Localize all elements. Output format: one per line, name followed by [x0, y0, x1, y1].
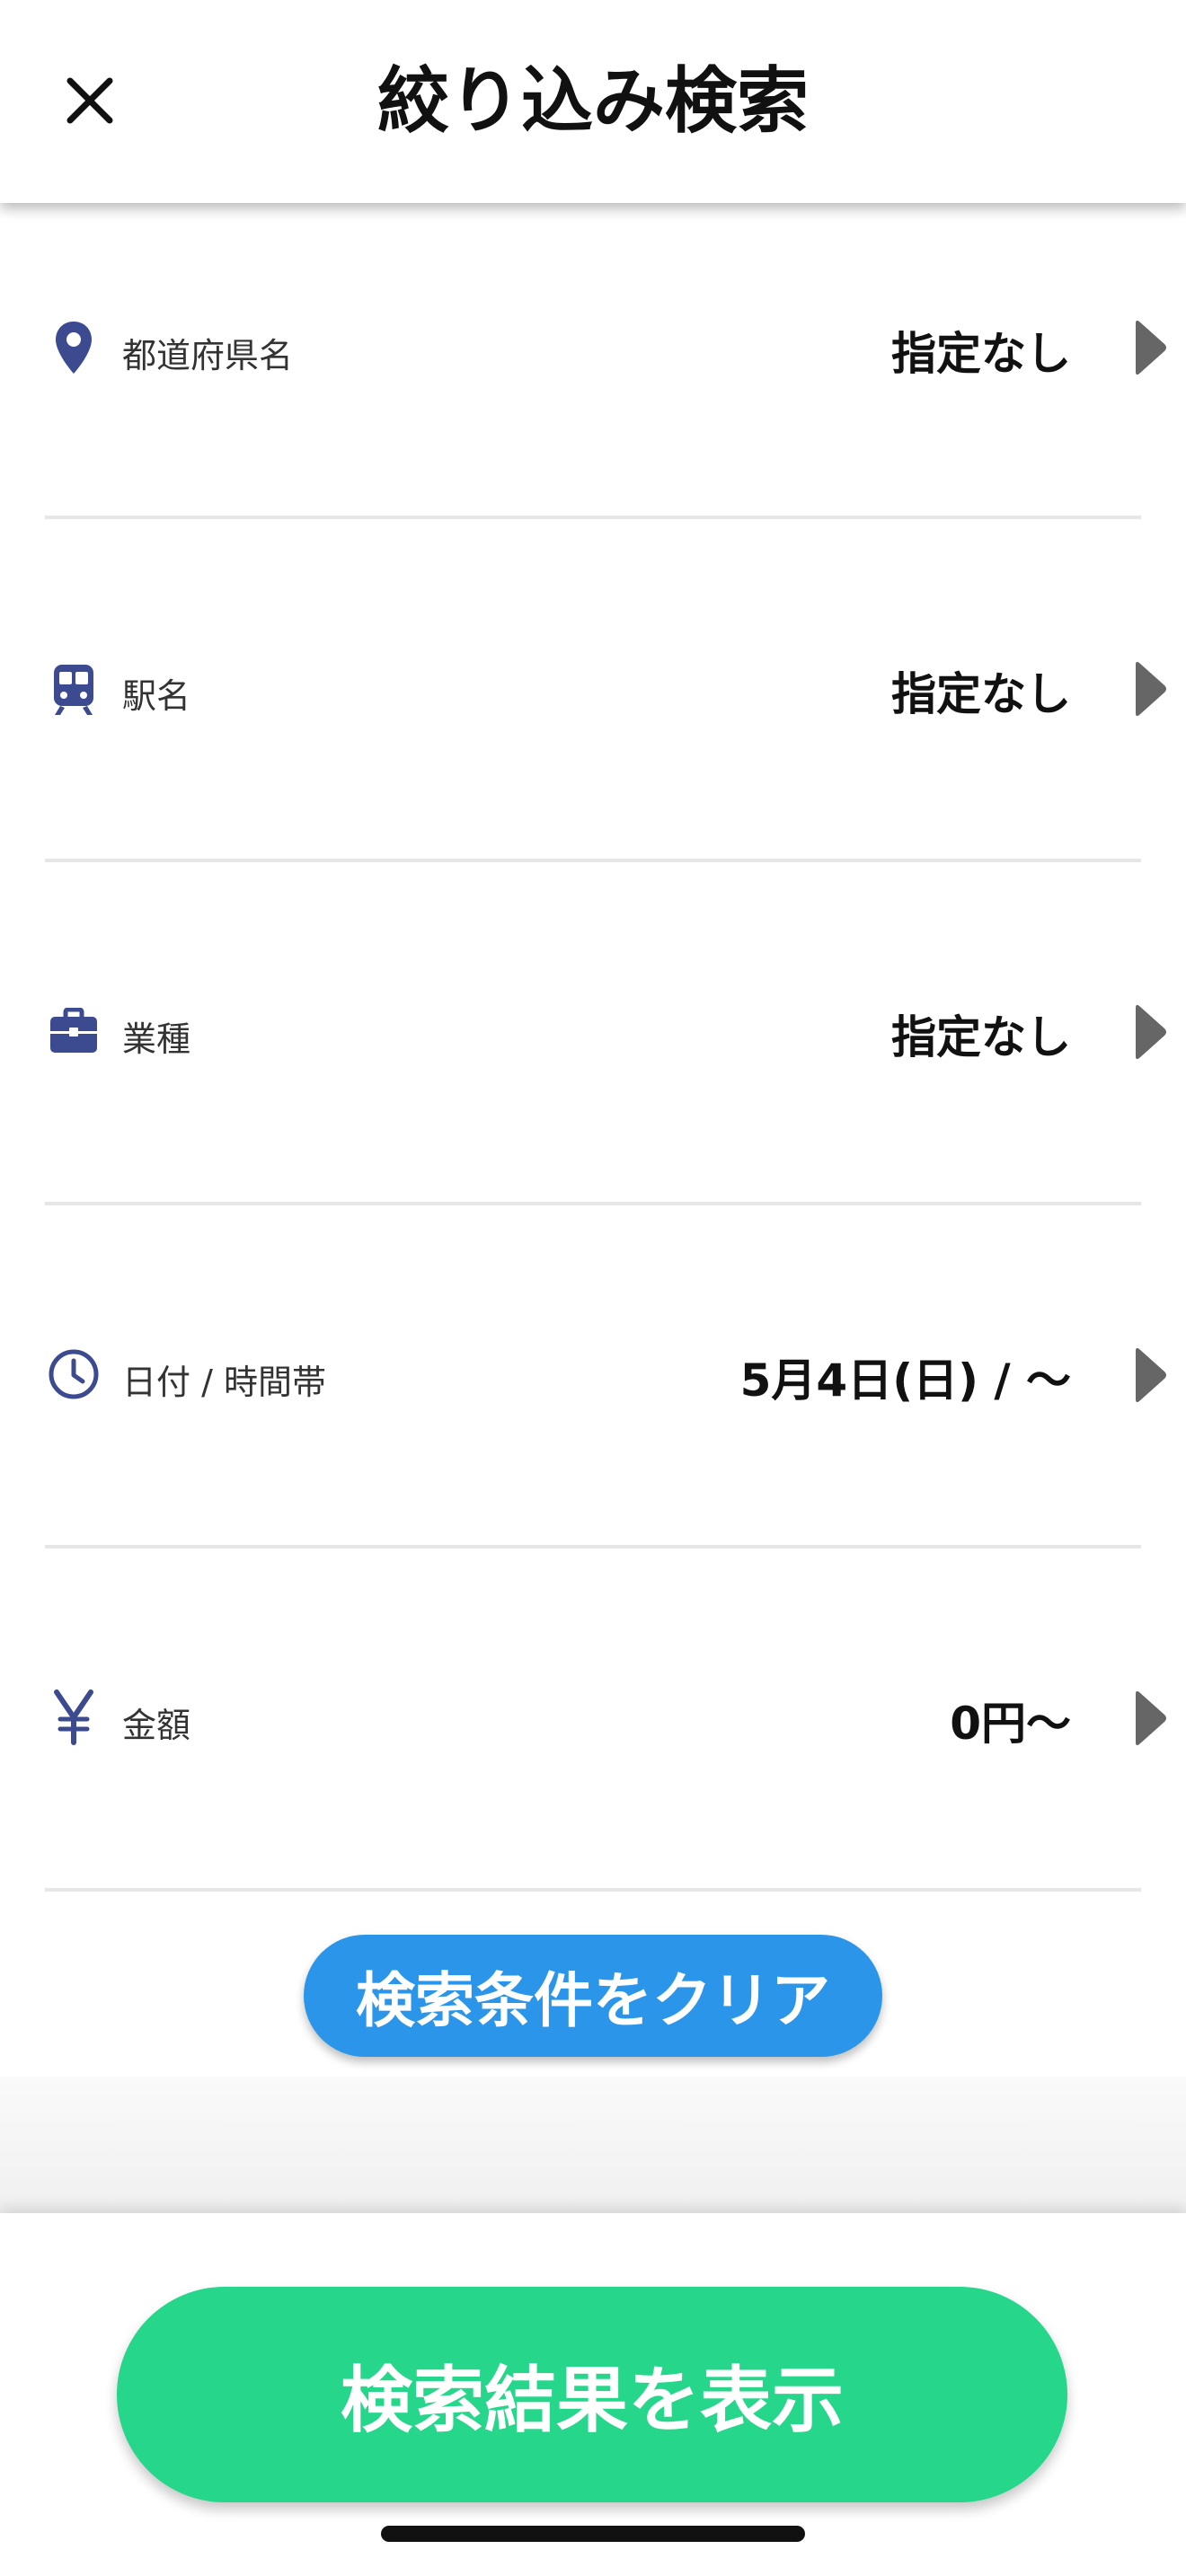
- show-results-button[interactable]: 検索結果を表示: [117, 2287, 1067, 2502]
- filter-row-amount[interactable]: 金額 0円〜: [0, 1548, 1186, 1892]
- chevron-right-icon: [1136, 1004, 1166, 1060]
- filter-row-datetime[interactable]: 日付 / 時間帯 5月4日(日) / 〜: [0, 1205, 1186, 1548]
- filter-value: 5月4日(日) / 〜: [739, 1354, 1071, 1407]
- clock-icon: [47, 1343, 101, 1406]
- filter-label: 都道府県名: [122, 336, 294, 375]
- filter-list: 都道府県名 指定なし 駅名 指定なし 業種 指定なし 日付 / 時間帯 5月4日…: [0, 203, 1186, 1892]
- close-button[interactable]: [54, 65, 126, 137]
- filter-label: 業種: [122, 1019, 191, 1059]
- chevron-right-icon: [1136, 1347, 1166, 1403]
- bottom-bar: 検索結果を表示: [0, 2213, 1186, 2576]
- filter-value: 指定なし: [891, 328, 1071, 380]
- filter-row-prefecture[interactable]: 都道府県名 指定なし: [0, 203, 1186, 519]
- filter-value: 指定なし: [891, 1011, 1071, 1063]
- train-icon: [47, 658, 101, 721]
- yen-icon: [47, 1686, 101, 1749]
- spacer-band: [0, 2077, 1186, 2213]
- chevron-right-icon: [1136, 320, 1166, 375]
- filter-value: 0円〜: [950, 1698, 1071, 1750]
- page-title: 絞り込み検索: [377, 59, 809, 143]
- location-pin-icon: [47, 316, 101, 379]
- close-icon: [66, 77, 113, 124]
- filter-label: 日付 / 時間帯: [122, 1363, 326, 1402]
- chevron-right-icon: [1136, 661, 1166, 717]
- filter-row-station[interactable]: 駅名 指定なし: [0, 519, 1186, 862]
- home-indicator: [381, 2526, 805, 2542]
- filter-label: 駅名: [122, 676, 191, 716]
- briefcase-icon: [47, 1000, 101, 1063]
- filter-row-industry[interactable]: 業種 指定なし: [0, 862, 1186, 1205]
- clear-conditions-button[interactable]: 検索条件をクリア: [304, 1935, 882, 2057]
- filter-value: 指定なし: [891, 668, 1071, 720]
- divider: [45, 1888, 1141, 1892]
- filter-label: 金額: [122, 1706, 191, 1745]
- chevron-right-icon: [1136, 1690, 1166, 1746]
- header: 絞り込み検索: [0, 0, 1186, 203]
